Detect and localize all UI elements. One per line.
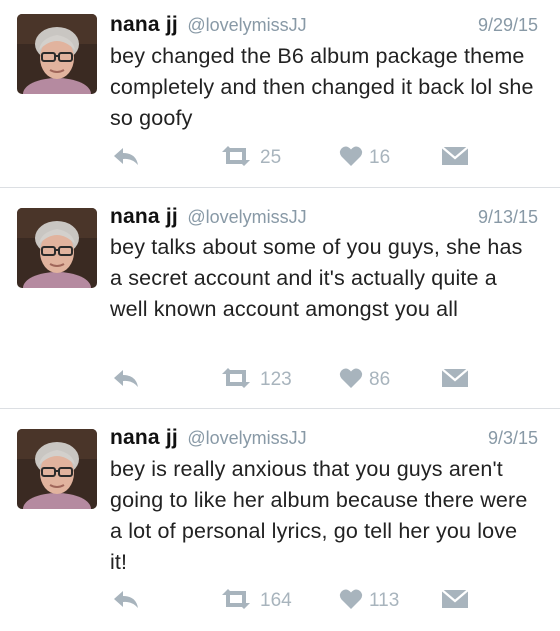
direct-message-icon: [441, 367, 469, 394]
tweet-header: nana jj @lovelymissJJ 9/29/15: [110, 13, 538, 41]
like-button[interactable]: 113: [339, 586, 399, 616]
like-count: 86: [369, 369, 391, 390]
user-handle[interactable]: @lovelymissJJ: [187, 207, 306, 227]
retweet-count: 164: [260, 590, 292, 611]
direct-message-button[interactable]: [441, 365, 469, 395]
tweet-date[interactable]: 9/3/15: [488, 428, 538, 449]
direct-message-button[interactable]: [441, 586, 469, 616]
user-handle[interactable]: @lovelymissJJ: [187, 15, 306, 35]
display-name[interactable]: nana jj: [110, 13, 178, 36]
tweet-actions: 25 16: [0, 143, 560, 173]
avatar[interactable]: [17, 429, 97, 509]
retweet-button[interactable]: 123: [218, 365, 292, 395]
tweet-text: bey is really anxious that you guys aren…: [110, 457, 528, 574]
tweet-date[interactable]: 9/13/15: [478, 207, 538, 228]
retweet-count: 123: [260, 369, 292, 390]
tweet-date[interactable]: 9/29/15: [478, 15, 538, 36]
display-name[interactable]: nana jj: [110, 426, 178, 449]
tweet-header: nana jj @lovelymissJJ 9/13/15: [110, 205, 538, 233]
retweet-button[interactable]: 25: [218, 143, 281, 173]
heart-icon: [339, 367, 363, 394]
tweet[interactable]: nana jj @lovelymissJJ 9/13/15 bey talks …: [0, 188, 560, 409]
tweet-text: bey talks about some of you guys, she ha…: [110, 235, 523, 321]
avatar[interactable]: [17, 208, 97, 288]
direct-message-button[interactable]: [441, 143, 469, 173]
reply-icon: [112, 144, 140, 173]
direct-message-icon: [441, 588, 469, 615]
like-button[interactable]: 16: [339, 143, 390, 173]
reply-icon: [112, 587, 140, 616]
like-button[interactable]: 86: [339, 365, 390, 395]
avatar[interactable]: [17, 14, 97, 94]
display-name[interactable]: nana jj: [110, 205, 178, 228]
retweet-icon: [218, 144, 254, 173]
like-count: 113: [369, 590, 400, 611]
retweet-button[interactable]: 164: [218, 586, 292, 616]
retweet-count: 25: [260, 147, 282, 168]
tweet[interactable]: nana jj @lovelymissJJ 9/3/15 bey is real…: [0, 409, 560, 631]
retweet-icon: [218, 366, 254, 395]
reply-icon: [112, 366, 140, 395]
tweet-actions: 123 86: [0, 365, 560, 395]
user-handle[interactable]: @lovelymissJJ: [187, 428, 306, 448]
like-count: 16: [369, 147, 391, 168]
reply-button[interactable]: [112, 143, 140, 173]
reply-button[interactable]: [112, 365, 140, 395]
direct-message-icon: [441, 145, 469, 172]
tweet-text: bey changed the B6 album package theme c…: [110, 44, 534, 130]
retweet-icon: [218, 587, 254, 616]
tweet[interactable]: nana jj @lovelymissJJ 9/29/15 bey change…: [0, 0, 560, 188]
tweet-actions: 164 113: [0, 586, 560, 616]
tweet-feed: nana jj @lovelymissJJ 9/29/15 bey change…: [0, 0, 560, 631]
reply-button[interactable]: [112, 586, 140, 616]
tweet-header: nana jj @lovelymissJJ 9/3/15: [110, 426, 538, 454]
heart-icon: [339, 588, 363, 615]
heart-icon: [339, 145, 363, 172]
